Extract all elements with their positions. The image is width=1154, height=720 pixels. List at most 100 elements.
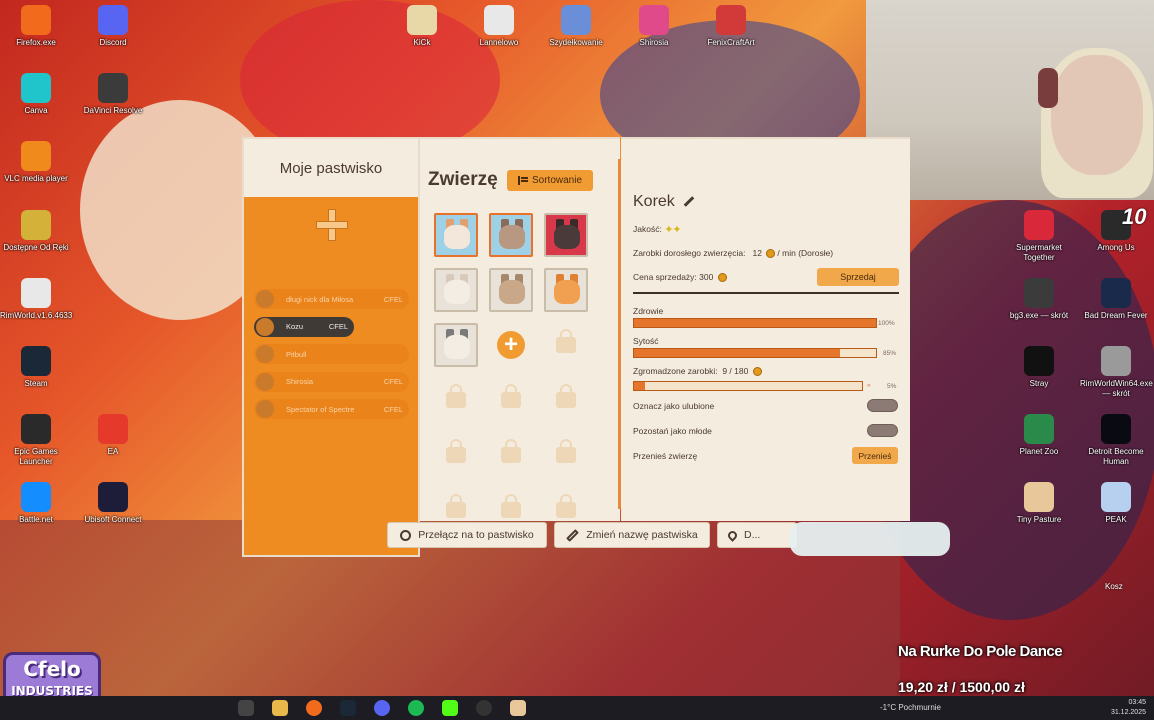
quality-label: Jakość: <box>633 223 662 234</box>
favorite-toggle[interactable] <box>867 399 898 412</box>
animal-icon <box>444 280 470 304</box>
favorite-label: Oznacz jako ulubione <box>633 401 715 411</box>
lock-icon <box>556 494 576 518</box>
desktop-shortcut-label: DaVinci Resolve <box>83 106 143 115</box>
lock-icon <box>556 439 576 463</box>
firefox-icon[interactable] <box>306 700 322 716</box>
coin-icon <box>717 273 727 283</box>
animal-slot[interactable] <box>434 268 478 312</box>
locked-slot <box>434 378 478 422</box>
kick-icon <box>407 5 437 35</box>
desktop-shortcut-label: Canva <box>24 106 48 115</box>
weather-widget[interactable]: -1°C Pochmurnie <box>880 703 941 712</box>
favorite-pasture-button[interactable]: D... <box>717 522 797 548</box>
desktop-shortcut[interactable]: DaVinci Resolve <box>77 73 149 116</box>
lock-icon <box>501 439 521 463</box>
sell-button[interactable]: Sprzedaj <box>817 268 899 286</box>
discord-icon[interactable] <box>374 700 390 716</box>
collect-arrow-icon[interactable]: » <box>867 382 871 389</box>
obs-icon[interactable] <box>476 700 492 716</box>
coin-icon <box>752 367 762 377</box>
animal-icon <box>499 225 525 249</box>
tiny-pasture-icon[interactable] <box>510 700 526 716</box>
desktop-shortcut-label: Firefox.exe <box>16 38 56 47</box>
pasture-name: Pitbull <box>286 349 307 359</box>
sort-button[interactable]: Sortowanie <box>507 170 593 191</box>
desktop-shortcut-label: Stray <box>1029 379 1049 388</box>
pasture-avatar <box>256 345 274 363</box>
pasture-name: Spectator of Spectre <box>286 404 355 414</box>
recycle-bin-label[interactable]: Kosz <box>1105 582 1123 591</box>
task-view-icon[interactable] <box>238 700 254 716</box>
add-animal-button[interactable]: + <box>489 323 533 367</box>
animal-slot[interactable] <box>489 213 533 257</box>
desktop-shortcut[interactable]: Epic Games Launcher <box>0 414 72 467</box>
desktop-shortcut[interactable]: Dostępne Od Ręki <box>0 210 72 253</box>
pasture-item[interactable]: Shirosia CFEL <box>254 371 409 392</box>
tiny-pasture-window: Moje pastwisko długi nick dla Miłosa CFEL… <box>242 137 910 557</box>
desktop-shortcut[interactable]: Planet Zoo <box>1003 414 1075 457</box>
add-pasture-button[interactable] <box>316 209 348 241</box>
desktop-shortcut[interactable]: Stray <box>1003 346 1075 389</box>
desktop-shortcut[interactable]: KiCk <box>386 5 458 48</box>
clock[interactable]: 03:45 31.12.2025 <box>1111 698 1146 718</box>
lock-icon <box>556 329 576 353</box>
pasture-item[interactable]: Pitbull <box>254 344 409 364</box>
desktop-shortcut[interactable]: EA <box>77 414 149 457</box>
steam-icon[interactable] <box>340 700 356 716</box>
donation-goal-title: Na Rurke Do Pole Dance <box>898 643 1063 660</box>
pasture-tag: CFEL <box>383 294 403 304</box>
desktop-shortcut[interactable]: Shirosia <box>618 5 690 48</box>
spotify-icon[interactable] <box>408 700 424 716</box>
animal-slot[interactable] <box>544 213 588 257</box>
locked-slot <box>544 433 588 477</box>
move-animal-button[interactable]: Przenieś <box>852 447 898 464</box>
desktop-shortcut[interactable]: Canva <box>0 73 72 116</box>
donation-goal-progress: 19,20 zł / 1500,00 zł <box>898 679 1025 695</box>
animal-slot[interactable] <box>434 323 478 367</box>
pasture-item[interactable]: Spectator of Spectre CFEL <box>254 399 409 419</box>
earnings-value: 12 <box>752 248 763 258</box>
desktop-shortcut[interactable]: Steam <box>0 346 72 389</box>
file-explorer-icon[interactable] <box>272 700 288 716</box>
locked-slot <box>544 378 588 422</box>
desktop-shortcut[interactable]: Szydełkowanie <box>540 5 612 48</box>
shirosia-icon <box>639 5 669 35</box>
stay-young-toggle[interactable] <box>867 424 898 437</box>
pasture-item[interactable]: Kozu CFEL <box>254 316 354 337</box>
switch-pasture-button[interactable]: Przełącz na to pastwisko <box>387 522 547 548</box>
pasture-item[interactable]: długi nick dla Miłosa CFEL <box>254 289 409 309</box>
satiety-bar <box>633 348 877 358</box>
pixel-cloud <box>790 522 950 556</box>
animal-slot[interactable] <box>434 213 478 257</box>
desktop-shortcut[interactable]: Supermarket Together <box>1003 210 1075 263</box>
locked-slot <box>489 378 533 422</box>
desktop-shortcut[interactable]: VLC media player <box>0 141 72 184</box>
animal-slot[interactable] <box>544 268 588 312</box>
desktop-shortcut[interactable]: Detroit Become Human <box>1080 414 1152 467</box>
desktop-shortcut[interactable]: RimWorldWin64.exe — skrót <box>1080 346 1153 399</box>
desktop-shortcut[interactable]: PEAK <box>1080 482 1152 525</box>
pasture-list: długi nick dla Miłosa CFEL Kozu CFEL Pitbull… <box>254 289 414 427</box>
desktop-shortcut[interactable]: Firefox.exe <box>0 5 72 48</box>
desktop-shortcut-label: Among Us <box>1097 243 1135 252</box>
price-label: Cena sprzedaży: <box>633 272 697 282</box>
desktop-shortcut[interactable]: Bad Dream Fever <box>1080 278 1152 321</box>
desktop-shortcut[interactable]: Tiny Pasture <box>1003 482 1075 525</box>
animal-slot[interactable] <box>489 268 533 312</box>
edit-name-icon[interactable] <box>683 196 695 208</box>
desktop-shortcut[interactable]: FenixCraftArt <box>695 5 767 48</box>
desktop-shortcut[interactable]: bg3.exe — skrót <box>1003 278 1075 321</box>
desktop-shortcut[interactable]: Battle.net <box>0 482 72 525</box>
desktop-shortcut[interactable]: Ubisoft Connect <box>77 482 149 525</box>
desktop-shortcut[interactable]: Discord <box>77 5 149 48</box>
kick-icon[interactable] <box>442 700 458 716</box>
davinci-icon <box>98 73 128 103</box>
desktop-shortcut[interactable]: RimWorld.v1.6.4633 <box>0 278 72 321</box>
rename-pasture-button[interactable]: Zmień nazwę pastwiska <box>554 522 710 548</box>
desktop-shortcut-label: Steam <box>24 379 48 388</box>
fenix-icon <box>716 5 746 35</box>
desktop-shortcut[interactable]: Lannelowo <box>463 5 535 48</box>
health-percent: 100% <box>878 320 895 327</box>
streamer-face <box>1051 55 1143 175</box>
